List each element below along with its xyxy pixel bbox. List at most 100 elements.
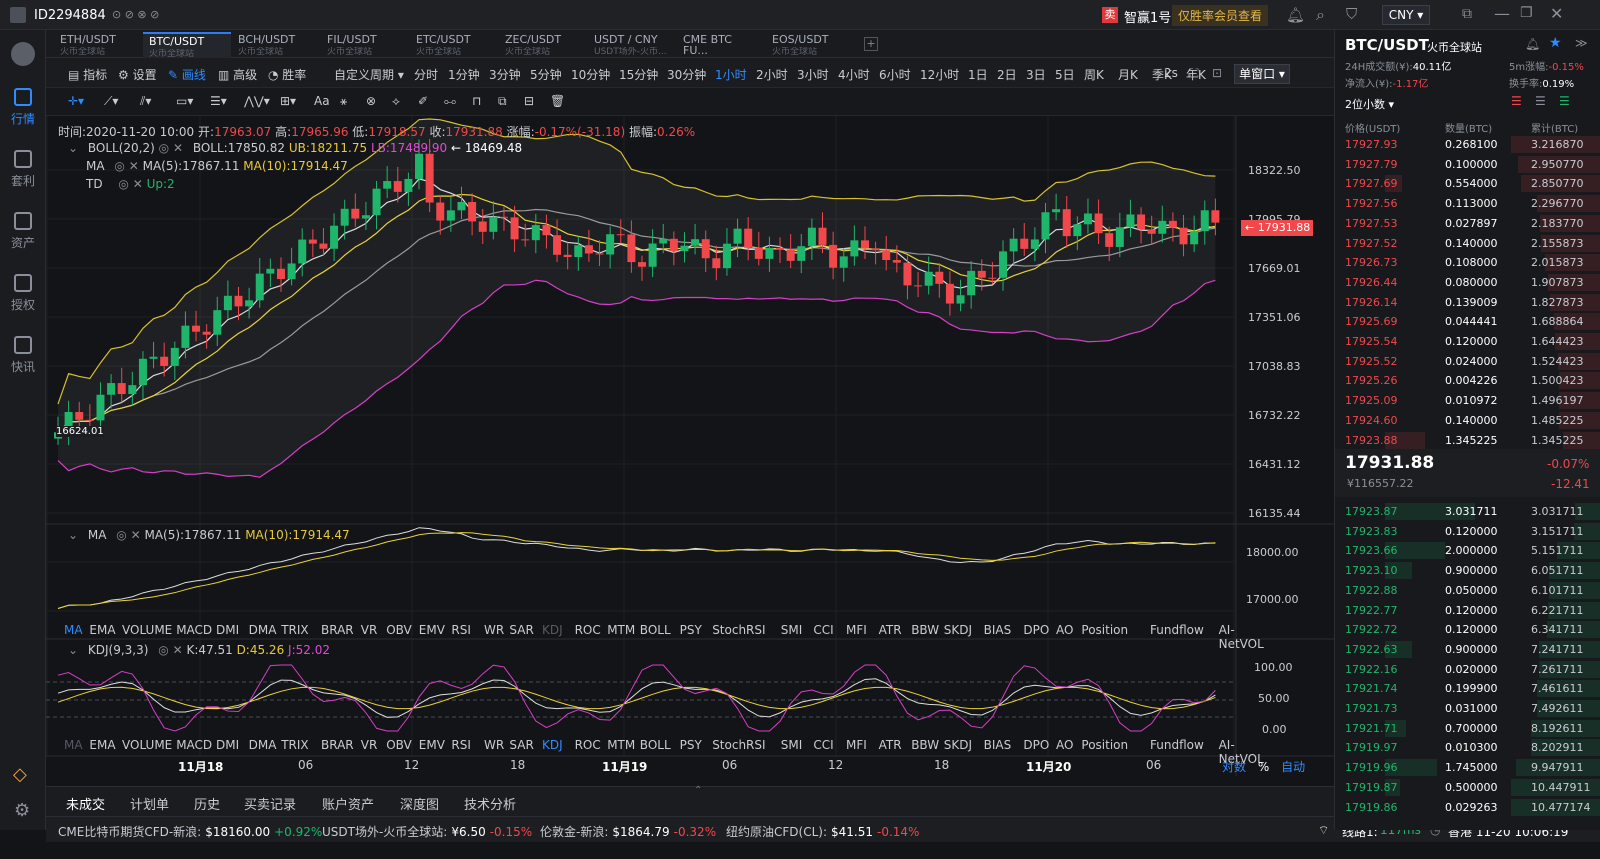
indicator-tab-ao[interactable]: AO xyxy=(1056,738,1073,752)
settings-icon[interactable]: ⚙ xyxy=(14,800,30,821)
indicator-tab-trix[interactable]: TRIX xyxy=(281,623,308,637)
bell-icon[interactable]: 🔔︎ xyxy=(1286,6,1305,24)
symbol-tab[interactable]: USDT / CNY USDT场外-火币... xyxy=(588,32,676,58)
bottom-tab[interactable]: 账户资产 xyxy=(322,794,374,813)
ray-tool-icon[interactable]: ⫽▾ xyxy=(140,94,151,109)
bottom-tab[interactable]: 计划单 xyxy=(130,794,169,813)
indicator-tab-bbw[interactable]: BBW xyxy=(911,738,939,752)
indicator-tab-boll[interactable]: BOLL xyxy=(640,623,671,637)
trash-icon[interactable]: 🗑︎ xyxy=(550,94,565,108)
bid-row[interactable]: 17921.71 0.700000 8.192611 xyxy=(1335,719,1600,738)
indicator-tab-ai-netvol[interactable]: AI-NetVOL xyxy=(1219,623,1264,651)
indicator-tab-ma[interactable]: MA xyxy=(64,738,83,752)
symbol-tab[interactable]: ETC/USDT 火币全球站 xyxy=(410,32,498,58)
indicator-tab-ema[interactable]: EMA xyxy=(89,738,115,752)
crosshair-tool-icon[interactable]: ✛▾ xyxy=(68,94,84,108)
ask-row[interactable]: 17927.93 0.268100 3.216870 xyxy=(1335,135,1600,154)
currency-select[interactable]: CNY ▾ xyxy=(1382,5,1430,25)
custom-period-select[interactable]: 自定义周期 ▾ xyxy=(334,66,404,83)
maximize-icon[interactable]: ❐ xyxy=(1520,5,1533,21)
bottom-tab[interactable]: 深度图 xyxy=(400,794,439,813)
indicator-tab-stochrsi[interactable]: StochRSI xyxy=(712,623,765,637)
close-icon[interactable]: ✕ xyxy=(173,643,183,657)
collapse-handle-icon[interactable]: ⌃ xyxy=(694,785,702,796)
indicator-tab-dma[interactable]: DMA xyxy=(249,738,277,752)
period-14[interactable]: 2日 xyxy=(997,66,1017,83)
indicator-tab-mtm[interactable]: MTM xyxy=(607,738,635,752)
indicator-tab-roc[interactable]: ROC xyxy=(575,623,601,637)
chevron-icon[interactable]: ≫ xyxy=(1575,36,1588,50)
bottom-tab[interactable]: 未成交 xyxy=(66,794,106,818)
ask-row[interactable]: 17923.88 1.345225 1.345225 xyxy=(1335,431,1600,450)
indicator-tab-ao[interactable]: AO xyxy=(1056,623,1073,637)
ask-row[interactable]: 17925.26 0.004226 1.500423 xyxy=(1335,371,1600,390)
ask-row[interactable]: 17926.44 0.080000 1.907873 xyxy=(1335,273,1600,292)
indicator-tab-smi[interactable]: SMI xyxy=(781,738,803,752)
winrate-button[interactable]: ◔ 胜率 xyxy=(268,66,306,83)
bottom-tab[interactable]: 买卖记录 xyxy=(244,794,296,813)
indicator-tab-volume[interactable]: VOLUME xyxy=(122,623,172,637)
period-2[interactable]: 3分钟 xyxy=(489,66,521,83)
indicator-tab-dmi[interactable]: DMI xyxy=(216,623,239,637)
period-16[interactable]: 5日 xyxy=(1055,66,1075,83)
indicator-tab-fundflow[interactable]: Fundflow xyxy=(1150,738,1204,752)
period-12[interactable]: 12小时 xyxy=(920,66,959,83)
indicator-tab-atr[interactable]: ATR xyxy=(879,738,902,752)
period-15[interactable]: 3日 xyxy=(1026,66,1046,83)
refresh-rate[interactable]: 2s xyxy=(1164,66,1178,80)
ask-row[interactable]: 17927.56 0.113000 2.296770 xyxy=(1335,194,1600,213)
period-0[interactable]: 分时 xyxy=(414,66,438,83)
indicator-tab-macd[interactable]: MACD xyxy=(176,738,212,752)
bid-row[interactable]: 17922.16 0.020000 7.261711 xyxy=(1335,660,1600,679)
symbol-tab[interactable]: BTC/USDT 火币全球站 xyxy=(143,32,231,59)
indicator-tab-skdj[interactable]: SKDJ xyxy=(944,623,972,637)
eye-icon[interactable]: ◎ xyxy=(159,141,169,155)
star-icon[interactable]: ★ xyxy=(1549,35,1562,51)
period-18[interactable]: 月K xyxy=(1118,66,1138,83)
measure-tool-icon[interactable]: ⧟ xyxy=(444,94,456,109)
bell-icon[interactable]: 🔔︎ xyxy=(1525,37,1540,51)
indicator-tab-wr[interactable]: WR xyxy=(484,623,504,637)
close-icon[interactable]: ✕ xyxy=(131,528,141,542)
period-6[interactable]: 30分钟 xyxy=(667,66,706,83)
brush-tool-icon[interactable]: ✐ xyxy=(418,94,428,108)
ask-row[interactable]: 17927.53 0.027897 2.183770 xyxy=(1335,214,1600,233)
bid-row[interactable]: 17922.72 0.120000 6.341711 xyxy=(1335,620,1600,639)
indicator-tab-emv[interactable]: EMV xyxy=(419,738,445,752)
layout-both-icon[interactable]: ☰ xyxy=(1511,94,1522,108)
ask-row[interactable]: 17926.73 0.108000 2.015873 xyxy=(1335,253,1600,272)
advanced-button[interactable]: ▥ 高级 xyxy=(218,66,257,83)
percent-toggle[interactable]: % xyxy=(1258,760,1269,774)
bottom-tab[interactable]: 技术分析 xyxy=(464,794,516,813)
indicator-tab-position[interactable]: Position xyxy=(1081,738,1128,752)
bid-row[interactable]: 17921.74 0.199900 7.461611 xyxy=(1335,679,1600,698)
symbol-tab[interactable]: FIL/USDT 火币全球站 xyxy=(321,32,409,58)
draw-button[interactable]: ✎ 画线 xyxy=(168,66,206,83)
minimize-icon[interactable]: — xyxy=(1494,4,1510,23)
indicator-tab-ema[interactable]: EMA xyxy=(89,623,115,637)
grid-tool-icon[interactable]: ⊞▾ xyxy=(280,94,296,108)
period-7[interactable]: 1小时 xyxy=(715,66,747,83)
bid-row[interactable]: 17919.87 0.500000 10.447911 xyxy=(1335,778,1600,797)
indicator-tab-obv[interactable]: OBV xyxy=(386,738,412,752)
indicator-tab-vr[interactable]: VR xyxy=(361,623,378,637)
ruler-tool-icon[interactable]: ⟡ xyxy=(392,94,400,109)
nav-item-assets[interactable]: 资产 xyxy=(0,212,46,251)
indicator-tab-brar[interactable]: BRAR xyxy=(321,738,354,752)
close-icon[interactable]: ✕ xyxy=(173,141,183,155)
bid-row[interactable]: 17923.66 2.000000 5.151711 xyxy=(1335,541,1600,560)
collapse-icon[interactable]: ⌄ xyxy=(68,643,78,657)
ticker-item[interactable]: USDT场外-火币全球站: ¥6.50 -0.15% xyxy=(322,823,532,840)
eye-icon[interactable]: ◎ xyxy=(114,159,124,173)
indicator-tab-dpo[interactable]: DPO xyxy=(1023,623,1049,637)
period-17[interactable]: 周K xyxy=(1084,66,1104,83)
chart-area[interactable]: 时间:2020-11-20 10:00 开:17963.07 高:17965.9… xyxy=(46,116,1334,786)
promo-link[interactable]: 仅胜率会员查看 xyxy=(1172,5,1269,26)
indicator-tab-wr[interactable]: WR xyxy=(484,738,504,752)
auto-scale-toggle[interactable]: 自动 xyxy=(1281,760,1305,774)
symbol-tab[interactable]: EOS/USDT 火币全球站 xyxy=(766,32,854,58)
screenshot-icon[interactable]: ⊡ xyxy=(1212,66,1222,80)
symbol-tab[interactable]: CME BTC FU...CME比特币期货... xyxy=(677,32,765,68)
bid-row[interactable]: 17923.10 0.900000 6.051711 xyxy=(1335,561,1600,580)
collapse-icon[interactable]: ⌄ xyxy=(68,528,78,542)
